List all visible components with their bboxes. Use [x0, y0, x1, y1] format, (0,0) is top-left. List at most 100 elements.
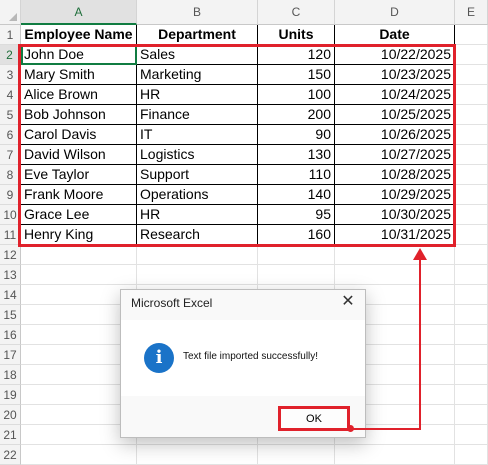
cell-c11[interactable]: 160	[258, 225, 335, 245]
cell-d12[interactable]	[335, 245, 455, 265]
cell-e11[interactable]	[455, 225, 488, 245]
cell-d6[interactable]: 10/26/2025	[335, 125, 455, 145]
cell-e19[interactable]	[455, 385, 488, 405]
cell-d10[interactable]: 10/30/2025	[335, 205, 455, 225]
cell-d9[interactable]: 10/29/2025	[335, 185, 455, 205]
cell-a7[interactable]: David Wilson	[21, 145, 137, 165]
cell-e15[interactable]	[455, 305, 488, 325]
cell-c9[interactable]: 140	[258, 185, 335, 205]
column-header-c[interactable]: C	[258, 0, 335, 25]
cell-d8[interactable]: 10/28/2025	[335, 165, 455, 185]
cell-b1[interactable]: Department	[137, 25, 258, 45]
row-header-3[interactable]: 3	[0, 65, 21, 85]
cell-b12[interactable]	[137, 245, 258, 265]
cell-e22[interactable]	[455, 445, 488, 465]
cell-d1[interactable]: Date	[335, 25, 455, 45]
row-header-2[interactable]: 2	[0, 45, 21, 65]
column-header-e[interactable]: E	[455, 0, 488, 25]
cell-b8[interactable]: Support	[137, 165, 258, 185]
row-header-4[interactable]: 4	[0, 85, 21, 105]
cell-e13[interactable]	[455, 265, 488, 285]
cell-c6[interactable]: 90	[258, 125, 335, 145]
cell-c1[interactable]: Units	[258, 25, 335, 45]
cell-e4[interactable]	[455, 85, 488, 105]
row-header-13[interactable]: 13	[0, 265, 21, 285]
cell-e5[interactable]	[455, 105, 488, 125]
cell-a22[interactable]	[21, 445, 137, 465]
cell-c5[interactable]: 200	[258, 105, 335, 125]
cell-a8[interactable]: Eve Taylor	[21, 165, 137, 185]
cell-c7[interactable]: 130	[258, 145, 335, 165]
cell-a10[interactable]: Grace Lee	[21, 205, 137, 225]
cell-a6[interactable]: Carol Davis	[21, 125, 137, 145]
cell-b10[interactable]: HR	[137, 205, 258, 225]
cell-e1[interactable]	[455, 25, 488, 45]
cell-b6[interactable]: IT	[137, 125, 258, 145]
cell-e21[interactable]	[455, 425, 488, 445]
column-header-a[interactable]: A	[21, 0, 137, 25]
cell-c3[interactable]: 150	[258, 65, 335, 85]
cell-b5[interactable]: Finance	[137, 105, 258, 125]
row-header-8[interactable]: 8	[0, 165, 21, 185]
cell-e2[interactable]	[455, 45, 488, 65]
cell-e12[interactable]	[455, 245, 488, 265]
cell-a3[interactable]: Mary Smith	[21, 65, 137, 85]
cell-e20[interactable]	[455, 405, 488, 425]
cell-e18[interactable]	[455, 365, 488, 385]
cell-c8[interactable]: 110	[258, 165, 335, 185]
row-header-10[interactable]: 10	[0, 205, 21, 225]
cell-b22[interactable]	[137, 445, 258, 465]
cell-b2[interactable]: Sales	[137, 45, 258, 65]
column-header-b[interactable]: B	[137, 0, 258, 25]
select-all-corner[interactable]	[0, 0, 21, 25]
row-header-11[interactable]: 11	[0, 225, 21, 245]
row-header-21[interactable]: 21	[0, 425, 21, 445]
cell-e9[interactable]	[455, 185, 488, 205]
cell-e6[interactable]	[455, 125, 488, 145]
cell-e17[interactable]	[455, 345, 488, 365]
cell-b4[interactable]: HR	[137, 85, 258, 105]
cell-e14[interactable]	[455, 285, 488, 305]
row-header-14[interactable]: 14	[0, 285, 21, 305]
row-header-5[interactable]: 5	[0, 105, 21, 125]
column-header-d[interactable]: D	[335, 0, 455, 25]
cell-a9[interactable]: Frank Moore	[21, 185, 137, 205]
row-header-18[interactable]: 18	[0, 365, 21, 385]
cell-e8[interactable]	[455, 165, 488, 185]
row-header-6[interactable]: 6	[0, 125, 21, 145]
cell-a2[interactable]: John Doe	[21, 45, 137, 65]
cell-e3[interactable]	[455, 65, 488, 85]
cell-e10[interactable]	[455, 205, 488, 225]
row-header-22[interactable]: 22	[0, 445, 21, 465]
cell-d13[interactable]	[335, 265, 455, 285]
row-header-7[interactable]: 7	[0, 145, 21, 165]
row-header-9[interactable]: 9	[0, 185, 21, 205]
row-header-12[interactable]: 12	[0, 245, 21, 265]
cell-d11[interactable]: 10/31/2025	[335, 225, 455, 245]
cell-d7[interactable]: 10/27/2025	[335, 145, 455, 165]
cell-b7[interactable]: Logistics	[137, 145, 258, 165]
row-header-15[interactable]: 15	[0, 305, 21, 325]
cell-a12[interactable]	[21, 245, 137, 265]
ok-button[interactable]: OK	[280, 408, 348, 430]
cell-b11[interactable]: Research	[137, 225, 258, 245]
cell-b13[interactable]	[137, 265, 258, 285]
cell-a1[interactable]: Employee Name	[21, 25, 137, 45]
cell-a13[interactable]	[21, 265, 137, 285]
row-header-1[interactable]: 1	[0, 25, 21, 45]
cell-c13[interactable]	[258, 265, 335, 285]
row-header-17[interactable]: 17	[0, 345, 21, 365]
cell-e7[interactable]	[455, 145, 488, 165]
cell-a11[interactable]: Henry King	[21, 225, 137, 245]
row-header-19[interactable]: 19	[0, 385, 21, 405]
row-header-16[interactable]: 16	[0, 325, 21, 345]
cell-e16[interactable]	[455, 325, 488, 345]
cell-c12[interactable]	[258, 245, 335, 265]
cell-c22[interactable]	[258, 445, 335, 465]
row-header-20[interactable]: 20	[0, 405, 21, 425]
cell-c2[interactable]: 120	[258, 45, 335, 65]
cell-d2[interactable]: 10/22/2025	[335, 45, 455, 65]
cell-c4[interactable]: 100	[258, 85, 335, 105]
cell-a4[interactable]: Alice Brown	[21, 85, 137, 105]
cell-b3[interactable]: Marketing	[137, 65, 258, 85]
